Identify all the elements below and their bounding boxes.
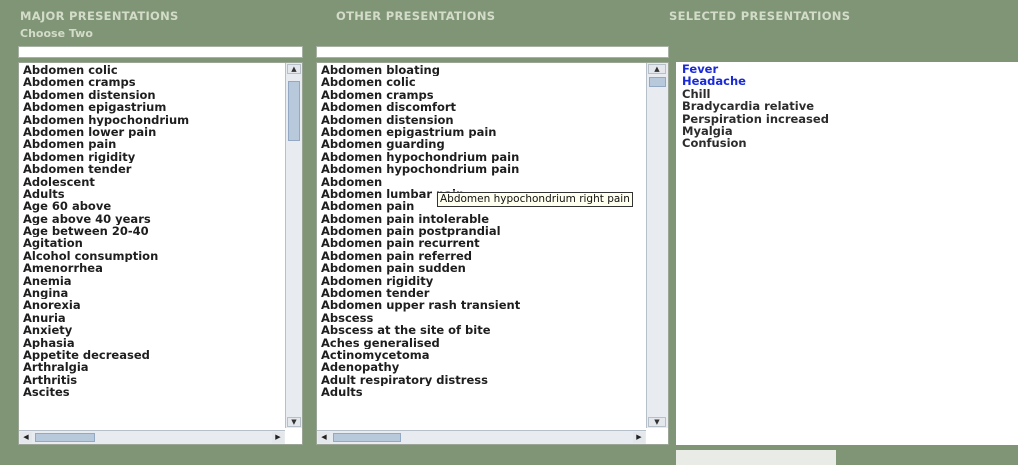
list-item[interactable]: Abdomen hypochondrium pain bbox=[317, 151, 520, 163]
selected-presentations-header: SELECTED PRESENTATIONS bbox=[669, 9, 851, 23]
list-item[interactable]: Abdomen pain intolerable bbox=[317, 213, 520, 225]
list-item[interactable]: Angina bbox=[19, 287, 189, 299]
list-item[interactable]: Abdomen bloating bbox=[317, 64, 520, 76]
list-item[interactable]: Abdomen pain bbox=[19, 138, 189, 150]
selected-item[interactable]: Bradycardia relative bbox=[676, 100, 1018, 113]
choose-two-label: Choose Two bbox=[20, 27, 93, 40]
list-item[interactable]: Abdomen pain recurrent bbox=[317, 237, 520, 249]
list-item[interactable]: Abdomen rigidity bbox=[317, 275, 520, 287]
list-item[interactable]: Adults bbox=[19, 188, 189, 200]
list-item[interactable]: Abdomen hypochondrium pain bbox=[317, 163, 520, 175]
other-presentations-list[interactable]: Abdomen bloating Abdomen colic Abdomen cra… bbox=[316, 62, 669, 445]
scroll-down-arrow-icon[interactable]: ▼ bbox=[287, 417, 301, 427]
list-item[interactable]: Abdomen upper rash transient bbox=[317, 299, 520, 311]
list-item[interactable]: Abdomen epigastrium pain bbox=[317, 126, 520, 138]
scroll-right-arrow-icon[interactable]: ▶ bbox=[633, 432, 645, 443]
list-item[interactable]: Anemia bbox=[19, 275, 189, 287]
list-item[interactable]: Abdomen epigastrium bbox=[19, 101, 189, 113]
major-vertical-scrollbar[interactable]: ▲ ▼ bbox=[285, 63, 302, 428]
list-item[interactable]: Abdomen lower pain bbox=[19, 126, 189, 138]
list-item[interactable]: Age 60 above bbox=[19, 200, 189, 212]
list-item[interactable]: Abdomen tender bbox=[19, 163, 189, 175]
list-item[interactable]: Age between 20-40 bbox=[19, 225, 189, 237]
list-item[interactable]: Abdomen distension bbox=[19, 89, 189, 101]
list-item[interactable]: Adenopathy bbox=[317, 361, 520, 373]
hover-tooltip: Abdomen hypochondrium right pain bbox=[437, 192, 633, 207]
list-item[interactable]: Age above 40 years bbox=[19, 213, 189, 225]
list-item[interactable]: Amenorrhea bbox=[19, 262, 189, 274]
list-item[interactable]: Adults bbox=[317, 386, 520, 398]
scroll-thumb[interactable] bbox=[35, 433, 95, 442]
selected-items: Fever Headache Chill Bradycardia relative Pe… bbox=[676, 62, 1018, 150]
list-item[interactable]: Anorexia bbox=[19, 299, 189, 311]
list-item[interactable]: Alcohol consumption bbox=[19, 250, 189, 262]
list-item[interactable]: Aphasia bbox=[19, 337, 189, 349]
scroll-up-arrow-icon[interactable]: ▲ bbox=[287, 64, 301, 74]
major-filter-input[interactable] bbox=[18, 46, 303, 58]
list-item[interactable]: Abdomen discomfort bbox=[317, 101, 520, 113]
major-presentations-list[interactable]: Abdomen colic Abdomen cramps Abdomen diste… bbox=[18, 62, 303, 445]
list-item[interactable]: Anuria bbox=[19, 312, 189, 324]
list-item[interactable]: Abdomen colic bbox=[19, 64, 189, 76]
list-item[interactable]: Actinomycetoma bbox=[317, 349, 520, 361]
scroll-up-arrow-icon[interactable]: ▲ bbox=[648, 64, 666, 74]
list-item[interactable]: Abdomen distension bbox=[317, 114, 520, 126]
list-item[interactable]: Abdomen pain sudden bbox=[317, 262, 520, 274]
list-item[interactable]: Abscess at the site of bite bbox=[317, 324, 520, 336]
major-items: Abdomen colic Abdomen cramps Abdomen diste… bbox=[19, 64, 189, 399]
list-item[interactable]: Abdomen pain referred bbox=[317, 250, 520, 262]
list-item[interactable]: Ascites bbox=[19, 386, 189, 398]
other-items: Abdomen bloating Abdomen colic Abdomen cra… bbox=[317, 64, 520, 399]
scroll-left-arrow-icon[interactable]: ◀ bbox=[318, 432, 330, 443]
scroll-right-arrow-icon[interactable]: ▶ bbox=[272, 432, 284, 443]
major-presentations-header: MAJOR PRESENTATIONS bbox=[20, 9, 179, 23]
bottom-status-box bbox=[676, 450, 836, 465]
scroll-down-arrow-icon[interactable]: ▼ bbox=[648, 417, 666, 427]
other-filter-input[interactable] bbox=[316, 46, 669, 58]
list-item[interactable]: Abdomen guarding bbox=[317, 138, 520, 150]
list-item[interactable]: Abdomen cramps bbox=[19, 76, 189, 88]
scroll-thumb[interactable] bbox=[288, 81, 300, 141]
list-item[interactable]: Abdomen rigidity bbox=[19, 151, 189, 163]
selected-item[interactable]: Headache bbox=[676, 75, 1018, 88]
other-presentations-header: OTHER PRESENTATIONS bbox=[336, 9, 496, 23]
list-item[interactable]: Arthralgia bbox=[19, 361, 189, 373]
list-item[interactable]: Anxiety bbox=[19, 324, 189, 336]
list-item[interactable]: Abdomen colic bbox=[317, 76, 520, 88]
list-item[interactable]: Aches generalised bbox=[317, 337, 520, 349]
list-item[interactable]: Abdomen tender bbox=[317, 287, 520, 299]
list-item[interactable]: Adult respiratory distress bbox=[317, 374, 520, 386]
scroll-left-arrow-icon[interactable]: ◀ bbox=[20, 432, 32, 443]
list-item[interactable]: Adolescent bbox=[19, 176, 189, 188]
scroll-thumb[interactable] bbox=[333, 433, 401, 442]
list-item[interactable]: Abdomen cramps bbox=[317, 89, 520, 101]
list-item[interactable]: Agitation bbox=[19, 237, 189, 249]
list-item[interactable]: Appetite decreased bbox=[19, 349, 189, 361]
list-item[interactable]: Arthritis bbox=[19, 374, 189, 386]
list-item[interactable]: Abdomen bbox=[317, 176, 520, 188]
other-vertical-scrollbar[interactable]: ▲ ▼ bbox=[646, 63, 668, 428]
major-horizontal-scrollbar[interactable]: ◀ ▶ bbox=[19, 430, 285, 444]
other-horizontal-scrollbar[interactable]: ◀ ▶ bbox=[317, 430, 646, 444]
scroll-thumb[interactable] bbox=[649, 77, 666, 87]
selected-item[interactable]: Confusion bbox=[676, 137, 1018, 150]
selected-presentations-list[interactable]: Fever Headache Chill Bradycardia relative Pe… bbox=[676, 62, 1018, 445]
list-item[interactable]: Abscess bbox=[317, 312, 520, 324]
list-item[interactable]: Abdomen hypochondrium bbox=[19, 114, 189, 126]
list-item[interactable]: Abdomen pain postprandial bbox=[317, 225, 520, 237]
